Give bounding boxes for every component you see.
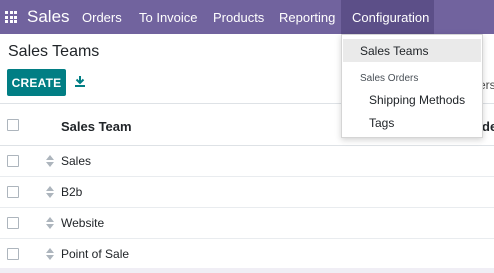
table-row[interactable]: Website [0, 208, 494, 239]
apps-grid-icon[interactable] [5, 11, 17, 23]
row-sales-team-name: Point of Sale [61, 247, 130, 261]
create-button[interactable]: CREATE [7, 69, 66, 96]
app-brand[interactable]: Sales [27, 7, 70, 27]
menu-to-invoice[interactable]: To Invoice [139, 10, 198, 25]
breadcrumb: Sales Teams [8, 43, 100, 60]
list-footer-strip [0, 268, 494, 273]
select-all-checkbox[interactable] [7, 119, 19, 131]
row-checkbox[interactable] [7, 217, 19, 229]
row-sales-team-name: Sales [61, 154, 92, 168]
menu-products[interactable]: Products [213, 10, 264, 25]
drag-handle-icon[interactable] [46, 186, 54, 198]
row-checkbox[interactable] [7, 155, 19, 167]
table-row[interactable]: Sales [0, 146, 494, 177]
menu-configuration[interactable]: Configuration [352, 10, 429, 25]
row-sales-team-name: Website [61, 216, 105, 230]
table-row[interactable]: Point of Sale [0, 239, 494, 270]
row-sales-team-name: B2b [61, 185, 83, 199]
dropdown-item-shipping-methods[interactable]: Shipping Methods [369, 93, 494, 107]
drag-handle-icon[interactable] [46, 155, 54, 167]
row-checkbox[interactable] [7, 186, 19, 198]
column-header-sales-team[interactable]: Sales Team [61, 119, 132, 134]
download-icon[interactable] [74, 75, 86, 87]
dropdown-item-tags[interactable]: Tags [369, 116, 494, 130]
drag-handle-icon[interactable] [46, 217, 54, 229]
configuration-dropdown: Sales Teams Sales Orders Shipping Method… [341, 34, 483, 138]
drag-handle-icon[interactable] [46, 248, 54, 260]
dropdown-item-sales-teams[interactable]: Sales Teams [360, 44, 494, 58]
table-row[interactable]: B2b [0, 177, 494, 208]
top-navbar: Sales Orders To Invoice Products Reporti… [0, 0, 494, 34]
dropdown-section-header: Sales Orders [360, 73, 419, 84]
menu-reporting[interactable]: Reporting [279, 10, 335, 25]
row-checkbox[interactable] [7, 248, 19, 260]
menu-orders[interactable]: Orders [82, 10, 122, 25]
